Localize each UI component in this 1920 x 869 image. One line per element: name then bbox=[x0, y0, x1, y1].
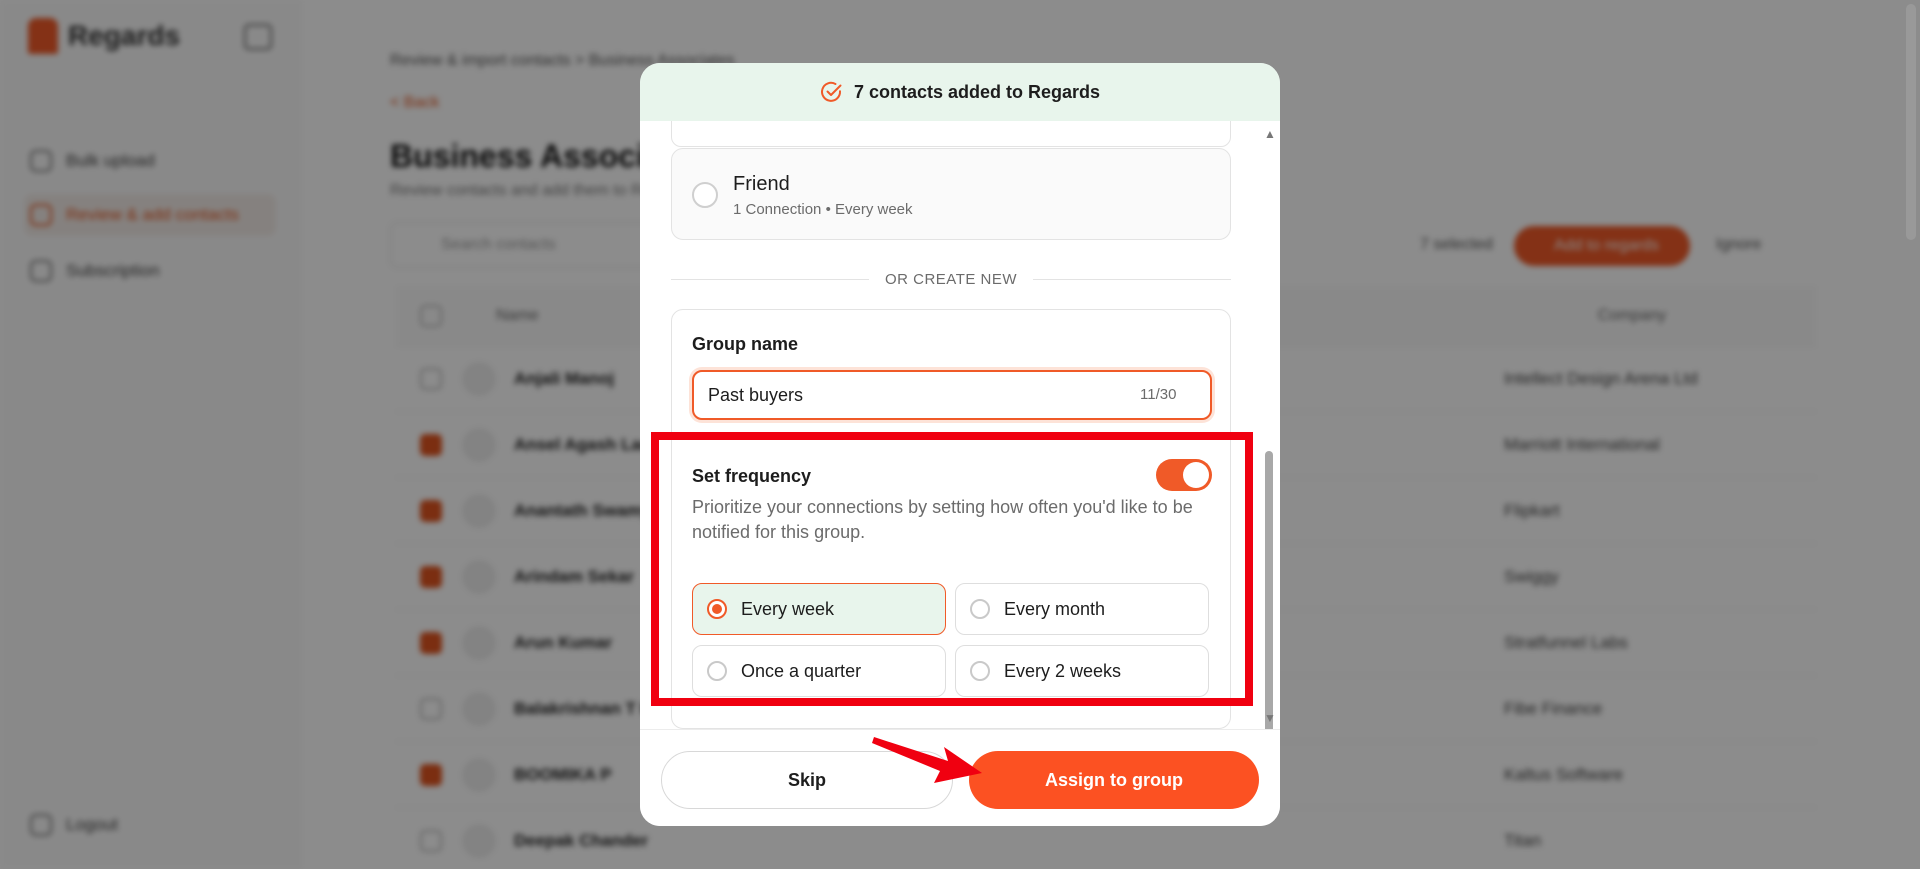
page-scrollbar[interactable] bbox=[1906, 4, 1916, 240]
frequency-option-once-a-quarter[interactable]: Once a quarter bbox=[692, 645, 946, 697]
modal-scrollbar[interactable]: ▲ ▼ bbox=[1262, 123, 1276, 769]
option-label: Every month bbox=[1004, 598, 1106, 619]
radio-icon bbox=[970, 661, 990, 681]
frequency-option-every-week[interactable]: Every week bbox=[692, 583, 946, 635]
radio-icon bbox=[970, 599, 990, 619]
divider-line bbox=[1033, 279, 1231, 280]
group-card-previous[interactable] bbox=[671, 121, 1231, 147]
group-name-label: Group name bbox=[692, 334, 799, 354]
group-radio[interactable] bbox=[692, 182, 718, 208]
set-frequency-label: Set frequency bbox=[692, 466, 812, 486]
group-name-input[interactable] bbox=[692, 370, 1212, 420]
assign-to-group-button[interactable]: Assign to group bbox=[969, 751, 1259, 809]
or-create-new-divider: OR CREATE NEW bbox=[671, 271, 1231, 288]
group-subtitle: 1 Connection • Every week bbox=[733, 201, 913, 218]
radio-icon bbox=[707, 661, 727, 681]
frequency-description: Prioritize your connections by setting h… bbox=[692, 497, 1193, 542]
toggle-knob bbox=[1183, 462, 1209, 488]
pointer-arrow-icon bbox=[872, 737, 982, 783]
create-group-card: Group name 11/30 Set frequency Prioritiz… bbox=[651, 309, 1253, 729]
option-label: Once a quarter bbox=[741, 660, 862, 681]
divider-line bbox=[671, 279, 869, 280]
group-title: Friend bbox=[733, 173, 790, 195]
scroll-up-arrow-icon[interactable]: ▲ bbox=[1264, 127, 1276, 141]
character-counter: 11/30 bbox=[1140, 386, 1177, 403]
divider-text: OR CREATE NEW bbox=[884, 271, 1018, 288]
scroll-down-arrow-icon[interactable]: ▼ bbox=[1264, 711, 1276, 725]
group-card-friend[interactable]: Friend 1 Connection • Every week bbox=[671, 148, 1231, 240]
radio-icon bbox=[707, 599, 727, 619]
option-label: Every 2 weeks bbox=[1004, 660, 1122, 681]
modal-body: Friend 1 Connection • Every week OR CREA… bbox=[640, 121, 1280, 786]
frequency-toggle[interactable] bbox=[1156, 459, 1212, 491]
banner-text: 7 contacts added to Regards bbox=[853, 81, 1101, 102]
frequency-option-every-2-weeks[interactable]: Every 2 weeks bbox=[955, 645, 1209, 697]
assign-group-modal: 7 contacts added to Regards Friend 1 Con… bbox=[640, 63, 1280, 826]
option-label: Every week bbox=[741, 598, 835, 619]
success-banner: 7 contacts added to Regards bbox=[640, 63, 1280, 121]
check-circle-icon bbox=[820, 81, 842, 102]
frequency-option-every-month[interactable]: Every month bbox=[955, 583, 1209, 635]
